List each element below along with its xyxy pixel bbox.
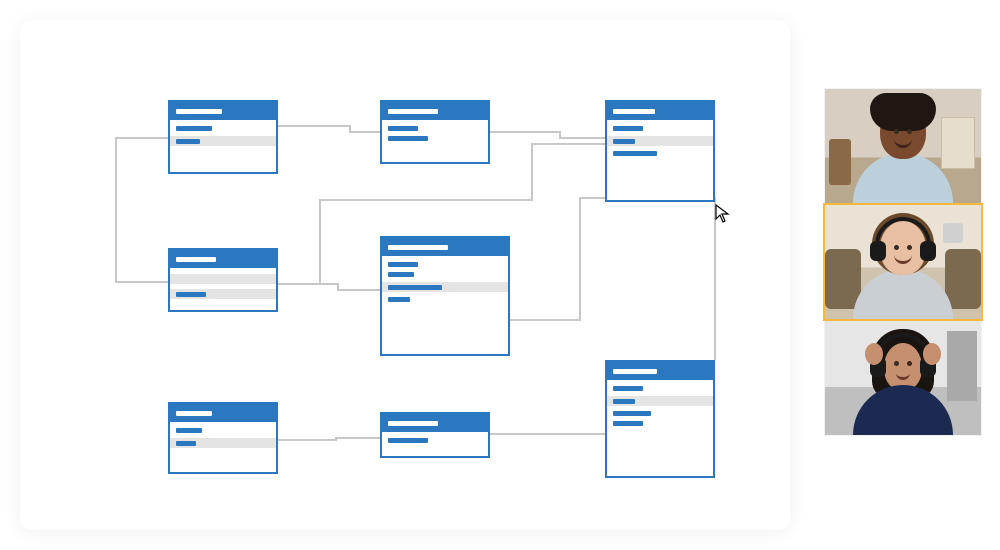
erd-node-n8[interactable]: [605, 360, 715, 478]
erd-node-header: [607, 362, 713, 380]
erd-node-n7[interactable]: [380, 412, 490, 458]
erd-node-header: [170, 102, 276, 120]
erd-node-n2[interactable]: [380, 100, 490, 164]
erd-node-body: [170, 120, 276, 152]
erd-node-header: [382, 102, 488, 120]
video-tile-1[interactable]: [824, 88, 982, 204]
erd-node-body: [607, 120, 713, 162]
erd-node-n5[interactable]: [380, 236, 510, 356]
erd-node-body: [170, 268, 276, 305]
erd-node-body: [382, 432, 488, 449]
cursor-icon: [715, 204, 731, 224]
erd-node-header: [170, 404, 276, 422]
video-participants-strip: [824, 88, 982, 436]
video-tile-3[interactable]: [824, 320, 982, 436]
erd-node-body: [170, 422, 276, 454]
erd-node-n4[interactable]: [168, 248, 278, 312]
erd-node-header: [607, 102, 713, 120]
erd-node-header: [382, 414, 488, 432]
erd-node-body: [382, 256, 508, 308]
erd-node-body: [382, 120, 488, 147]
diagram-canvas[interactable]: [20, 20, 790, 530]
erd-node-header: [382, 238, 508, 256]
erd-node-header: [170, 250, 276, 268]
erd-node-n3[interactable]: [605, 100, 715, 202]
erd-node-body: [607, 380, 713, 432]
video-tile-2[interactable]: [824, 204, 982, 320]
erd-node-n6[interactable]: [168, 402, 278, 474]
erd-node-n1[interactable]: [168, 100, 278, 174]
